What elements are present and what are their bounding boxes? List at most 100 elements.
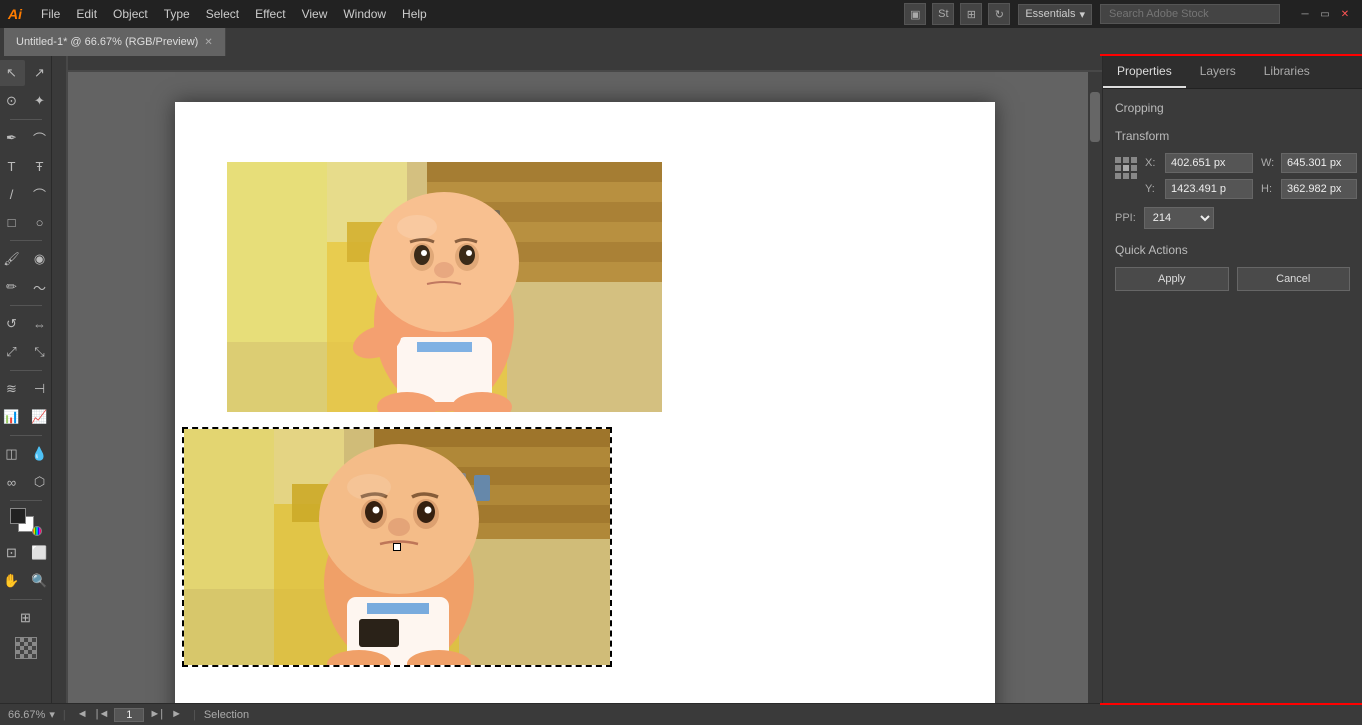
w-input[interactable] — [1281, 153, 1357, 173]
zoom-tool[interactable]: 🔍 — [27, 568, 53, 594]
cropping-title: Cropping — [1115, 101, 1350, 115]
blob-tool[interactable]: ◉ — [27, 246, 53, 272]
h-input[interactable] — [1281, 179, 1357, 199]
menu-file[interactable]: File — [34, 4, 67, 24]
scroll-thumb[interactable] — [1090, 92, 1100, 142]
rotate-tool[interactable]: ↺ — [0, 311, 25, 337]
width-tool[interactable]: ⊣ — [27, 376, 53, 402]
menu-object[interactable]: Object — [106, 4, 155, 24]
color-swatch-area[interactable] — [10, 508, 42, 536]
blend-tool[interactable]: ∞ — [0, 469, 25, 495]
align-dot-center — [1123, 165, 1129, 171]
vertical-scrollbar[interactable] — [1088, 72, 1102, 703]
ellipse-tool[interactable]: ○ — [27, 209, 53, 235]
type-tool[interactable]: T — [0, 153, 25, 179]
tab-properties[interactable]: Properties — [1103, 56, 1186, 88]
bar-graph-tool[interactable]: 📈 — [27, 404, 53, 430]
zoom-dropdown-icon[interactable]: ▾ — [49, 708, 55, 721]
warp-tool[interactable]: ≋ — [0, 376, 25, 402]
paint-brush-tool[interactable]: 🖌 — [0, 246, 25, 272]
magic-wand-tool[interactable]: ✦ — [27, 88, 53, 114]
first-page-button[interactable]: |◄ — [93, 708, 113, 722]
menu-effect[interactable]: Effect — [248, 4, 292, 24]
direct-selection-tool[interactable]: ↗ — [27, 60, 53, 86]
stock-search-input[interactable] — [1100, 4, 1280, 24]
rect-tool-group: □ ○ — [0, 209, 53, 235]
live-paint-tool[interactable]: ⬡ — [27, 469, 53, 495]
rect-tool[interactable]: □ — [0, 209, 25, 235]
page-number-input[interactable] — [114, 708, 144, 722]
x-input[interactable] — [1165, 153, 1253, 173]
separator-1 — [10, 119, 42, 120]
status-bar: 66.67% ▾ | ◄ |◄ ►| ► | Selection — [0, 703, 1362, 725]
separator-2 — [10, 240, 42, 241]
smooth-tool[interactable]: 〜 — [27, 274, 53, 300]
ppi-select[interactable]: 72 96 150 214 300 — [1144, 207, 1214, 229]
canvas-area[interactable] — [52, 56, 1102, 703]
document-tab[interactable]: Untitled-1* @ 66.67% (RGB/Preview) ✕ — [4, 28, 226, 56]
scale-tool[interactable]: ⤢ — [0, 339, 25, 365]
pencil-tool[interactable]: ✏ — [0, 274, 25, 300]
zoom-control[interactable]: 66.67% ▾ — [8, 708, 55, 721]
tab-libraries[interactable]: Libraries — [1250, 56, 1324, 88]
arc-tool[interactable]: ⌒ — [27, 181, 53, 207]
ppi-label: PPI: — [1115, 212, 1136, 224]
workspace-selector[interactable]: Essentials ▾ — [1018, 4, 1092, 25]
document-icon[interactable]: ▣ — [904, 3, 926, 25]
line-tool[interactable]: / — [0, 181, 25, 207]
close-tab-button[interactable]: ✕ — [204, 37, 212, 48]
align-dot — [1115, 173, 1121, 179]
align-dot — [1131, 173, 1137, 179]
menu-window[interactable]: Window — [336, 4, 393, 24]
gradient-tool[interactable]: ◫ — [0, 441, 25, 467]
reflect-tool[interactable]: ⇔ — [27, 311, 53, 337]
close-button[interactable]: ✕ — [1336, 5, 1354, 23]
curvature-tool[interactable]: ⌒ — [27, 125, 53, 151]
normal-view-tool[interactable]: ⊡ — [0, 540, 25, 566]
screen-mode-tool[interactable]: ⬜ — [27, 540, 53, 566]
right-panel: Properties Layers Libraries Cropping Tra… — [1102, 56, 1362, 703]
line-tool-group: / ⌒ — [0, 181, 53, 207]
grid-icon[interactable]: ⊞ — [960, 3, 982, 25]
hand-tool[interactable]: ✋ — [0, 568, 25, 594]
touch-type-tool[interactable]: Ŧ — [27, 153, 53, 179]
rotate-icon[interactable]: ↻ — [988, 3, 1010, 25]
menu-select[interactable]: Select — [199, 4, 246, 24]
apply-button[interactable]: Apply — [1115, 267, 1229, 291]
next-page-button[interactable]: ► — [168, 708, 185, 722]
tab-label: Untitled-1* @ 66.67% (RGB/Preview) — [16, 36, 198, 48]
minimize-button[interactable]: ─ — [1296, 5, 1314, 23]
prev-page-button[interactable]: ◄ — [74, 708, 91, 722]
last-page-button[interactable]: ►| — [146, 708, 166, 722]
menu-view[interactable]: View — [295, 4, 335, 24]
warp-tool-group: ≋ ⊣ — [0, 376, 53, 402]
stock-icon[interactable]: St — [932, 3, 954, 25]
page-navigator: ◄ |◄ ►| ► — [74, 708, 185, 722]
tab-layers[interactable]: Layers — [1186, 56, 1250, 88]
x-field-row: X: — [1145, 153, 1253, 173]
separator-4 — [10, 370, 42, 371]
lasso-tool[interactable]: ⊙ — [0, 88, 25, 114]
menu-help[interactable]: Help — [395, 4, 434, 24]
column-graph-tool[interactable]: 📊 — [0, 404, 25, 430]
align-dot — [1115, 157, 1121, 163]
ppi-row: PPI: 72 96 150 214 300 — [1115, 207, 1350, 229]
artboard-tool[interactable]: ⊞ — [13, 605, 39, 631]
pen-tool[interactable]: ✒ — [0, 125, 25, 151]
align-dot — [1131, 165, 1137, 171]
canvas-scroll-area[interactable] — [68, 72, 1102, 703]
top-toolbar-icons: ▣ St ⊞ ↻ — [904, 3, 1010, 25]
selection-center-handle[interactable] — [393, 543, 401, 551]
cancel-button[interactable]: Cancel — [1237, 267, 1351, 291]
x-label: X: — [1145, 157, 1161, 169]
menu-type[interactable]: Type — [157, 4, 197, 24]
eyedropper-tool[interactable]: 💧 — [27, 441, 53, 467]
status-separator-2: | — [193, 709, 196, 721]
gradient-tool-group: ◫ 💧 — [0, 441, 53, 467]
y-input[interactable] — [1165, 179, 1253, 199]
bottom-image-selected[interactable] — [182, 427, 612, 667]
shear-tool[interactable]: ⤡ — [27, 339, 53, 365]
maximize-button[interactable]: ▭ — [1316, 5, 1334, 23]
menu-edit[interactable]: Edit — [69, 4, 104, 24]
selection-tool[interactable]: ↖ — [0, 60, 25, 86]
